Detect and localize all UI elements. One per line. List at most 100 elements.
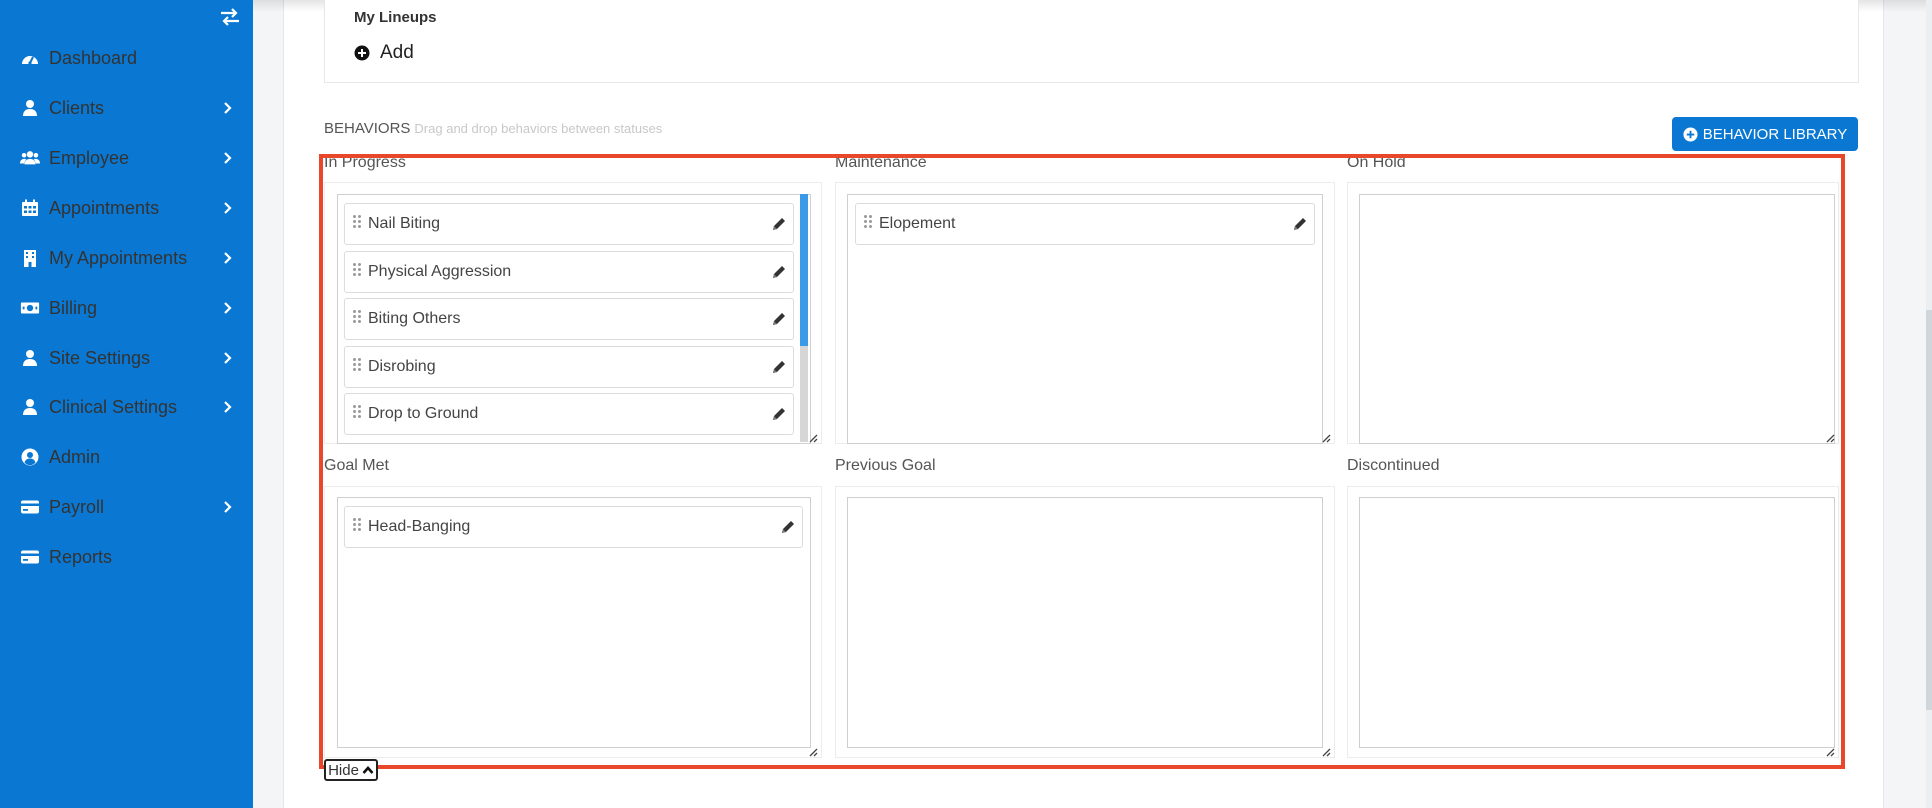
drag-handle-icon[interactable] (352, 357, 362, 373)
chevron-right-icon (222, 351, 234, 365)
resize-handle-icon[interactable] (1825, 744, 1835, 757)
sidebar-item-employee[interactable]: Employee (0, 138, 253, 178)
column-title-goal-met: Goal Met (324, 457, 389, 474)
user-icon (20, 98, 40, 118)
sidebar-item-billing[interactable]: Billing (0, 288, 253, 328)
drag-handle-icon[interactable] (863, 214, 873, 230)
drag-handle-icon[interactable] (352, 214, 362, 230)
resize-handle-icon[interactable] (808, 744, 818, 757)
scrollbar-thumb[interactable] (800, 194, 808, 346)
user-icon (20, 348, 40, 368)
sidebar-item-label: Payroll (49, 496, 105, 517)
add-lineup-label: Add (380, 42, 414, 63)
column-title-in-progress: In Progress (324, 154, 406, 171)
sidebar-item-label: Clinical Settings (49, 396, 178, 417)
sidebar-toggle-icon[interactable] (219, 8, 241, 26)
plus-circle-icon (1683, 126, 1698, 142)
drag-handle-icon[interactable] (352, 262, 362, 278)
user-icon (20, 397, 40, 417)
chevron-right-icon (222, 201, 234, 215)
pencil-icon[interactable] (771, 216, 787, 232)
sidebar-item-label: My Appointments (49, 247, 188, 268)
behavior-name: Physical Aggression (368, 263, 512, 280)
hide-button[interactable]: Hide (324, 759, 378, 781)
sidebar-item-label: Employee (49, 147, 130, 168)
user-circle-icon (20, 447, 40, 467)
add-lineup-button[interactable]: Add (354, 42, 414, 64)
sidebar-item-admin[interactable]: Admin (0, 437, 253, 477)
behavior-name: Biting Others (368, 310, 461, 327)
behavior-name: Elopement (879, 215, 956, 232)
pencil-icon[interactable] (780, 519, 796, 535)
column-title-previous-goal: Previous Goal (835, 457, 936, 474)
pencil-icon[interactable] (771, 406, 787, 422)
dropzone-discontinued[interactable] (1359, 497, 1835, 748)
sidebar-item-appointments[interactable]: Appointments (0, 188, 253, 228)
behavior-name: Drop to Ground (368, 405, 479, 422)
chevron-right-icon (222, 500, 234, 514)
pencil-icon[interactable] (771, 359, 787, 375)
sidebar-item-clinical-settings[interactable]: Clinical Settings (0, 387, 253, 427)
page-scrollbar-thumb[interactable] (1926, 310, 1932, 710)
resize-handle-icon[interactable] (1321, 430, 1331, 443)
behavior-item[interactable]: Drop to Ground (344, 393, 794, 435)
pencil-icon[interactable] (771, 311, 787, 327)
behavior-item[interactable]: Physical Aggression (344, 251, 794, 293)
drag-handle-icon[interactable] (352, 404, 362, 420)
chevron-up-icon (362, 766, 374, 774)
lineups-panel: My Lineups Add (324, 0, 1859, 83)
behaviors-header: BEHAVIORS Drag and drop behaviors between… (324, 120, 662, 137)
money-icon (20, 298, 40, 318)
lineups-title: My Lineups (354, 9, 437, 26)
drag-handle-icon[interactable] (352, 309, 362, 325)
hide-label: Hide (328, 761, 359, 779)
chevron-right-icon (222, 400, 234, 414)
sidebar-item-clients[interactable]: Clients (0, 88, 253, 128)
sidebar-item-site-settings[interactable]: Site Settings (0, 338, 253, 378)
behavior-item[interactable]: Disrobing (344, 346, 794, 388)
behavior-item[interactable]: Head-Banging (344, 506, 803, 548)
dropzone-previous-goal[interactable] (847, 497, 1323, 748)
sidebar-item-label: Admin (49, 446, 101, 467)
sidebar-item-label: Reports (49, 546, 113, 567)
credit-card-icon (20, 547, 40, 567)
chevron-right-icon (222, 301, 234, 315)
sidebar-item-label: Billing (49, 297, 98, 318)
chevron-right-icon (222, 251, 234, 265)
column-title-on-hold: On Hold (1347, 154, 1406, 171)
drag-handle-icon[interactable] (352, 517, 362, 533)
building-icon (20, 248, 40, 268)
behaviors-title: BEHAVIORS (324, 120, 411, 137)
sidebar-item-reports[interactable]: Reports (0, 537, 253, 577)
behavior-name: Nail Biting (368, 215, 441, 232)
behavior-name: Disrobing (368, 358, 436, 375)
behavior-item[interactable]: Elopement (855, 203, 1315, 245)
behavior-name: Head-Banging (368, 518, 471, 535)
sidebar-item-label: Clients (49, 97, 105, 118)
dashboard-icon (20, 48, 40, 68)
sidebar-item-label: Site Settings (49, 347, 151, 368)
dropzone-on-hold[interactable] (1359, 194, 1835, 444)
resize-handle-icon[interactable] (1321, 744, 1331, 757)
behavior-library-label: BEHAVIOR LIBRARY (1702, 125, 1848, 143)
sidebar-item-dashboard[interactable]: Dashboard (0, 38, 253, 78)
resize-handle-icon[interactable] (808, 430, 818, 443)
column-title-discontinued: Discontinued (1347, 457, 1440, 474)
chevron-right-icon (222, 151, 234, 165)
column-title-maintenance: Maintenance (835, 154, 927, 171)
behavior-library-button[interactable]: BEHAVIOR LIBRARY (1672, 117, 1858, 151)
calendar-icon (20, 198, 40, 218)
sidebar-item-payroll[interactable]: Payroll (0, 487, 253, 527)
sidebar-item-my-appointments[interactable]: My Appointments (0, 238, 253, 278)
behavior-item[interactable]: Nail Biting (344, 203, 794, 245)
sidebar-item-label: Appointments (49, 197, 160, 218)
plus-circle-icon (354, 45, 370, 61)
resize-handle-icon[interactable] (1825, 430, 1835, 443)
behavior-item[interactable]: Biting Others (344, 298, 794, 340)
chevron-right-icon (222, 101, 234, 115)
pencil-icon[interactable] (771, 264, 787, 280)
pencil-icon[interactable] (1292, 216, 1308, 232)
credit-card-icon (20, 497, 40, 517)
sidebar-item-label: Dashboard (49, 47, 138, 68)
behaviors-hint: Drag and drop behaviors between statuses (414, 121, 663, 136)
